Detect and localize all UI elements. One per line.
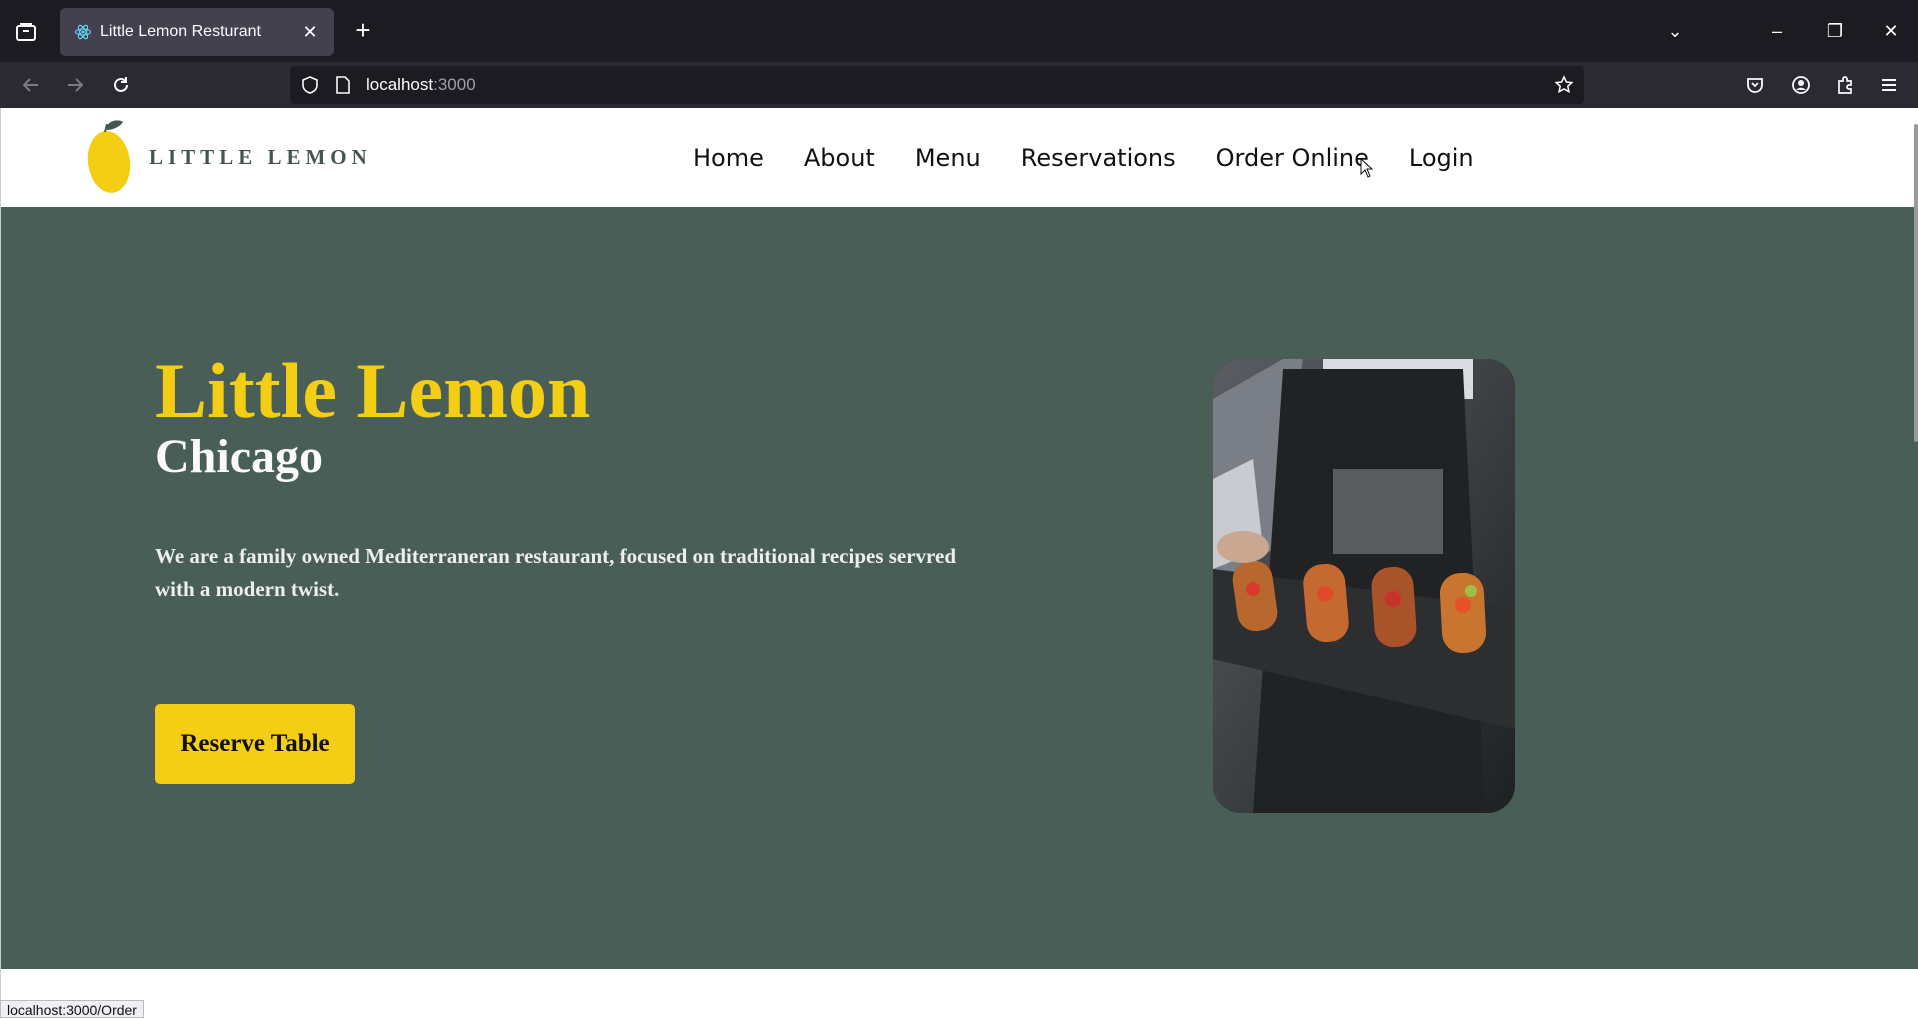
pocket-icon[interactable] (1740, 70, 1770, 100)
hero-food-image (1213, 359, 1515, 813)
web-page: LITTLE LEMON Home About Menu Reservation… (0, 108, 1918, 1018)
nav-login[interactable]: Login (1409, 144, 1474, 172)
nav-home[interactable]: Home (693, 144, 764, 172)
shield-icon[interactable] (300, 75, 320, 95)
browser-toolbar: localhost:3000 (0, 62, 1918, 108)
close-tab-icon[interactable]: ✕ (300, 22, 320, 43)
hero-description: We are a family owned Mediterraneran res… (155, 544, 956, 601)
status-link-preview: localhost:3000/Order (0, 1000, 144, 1018)
nav-about[interactable]: About (804, 144, 875, 172)
restore-icon[interactable]: ❐ (1820, 18, 1850, 44)
new-tab-icon[interactable]: + (350, 17, 376, 44)
puzzle-icon[interactable] (1830, 70, 1860, 100)
page-icon[interactable] (334, 75, 352, 95)
account-icon[interactable] (1786, 70, 1816, 100)
site-header: LITTLE LEMON Home About Menu Reservation… (1, 108, 1918, 207)
nav-order-online[interactable]: Order Online (1216, 144, 1369, 172)
browser-tab-bar: Little Lemon Resturant ✕ + ⌄ – ❐ ✕ (0, 0, 1918, 62)
star-icon[interactable] (1554, 75, 1574, 95)
lemon-logo-icon (87, 120, 131, 193)
hero-section: Little Lemon Chicago We are a family own… (1, 207, 1918, 969)
address-bar[interactable]: localhost:3000 (290, 66, 1584, 104)
hamburger-icon[interactable] (1874, 70, 1904, 100)
hero-title: Little Lemon (155, 347, 591, 434)
reserve-table-button[interactable]: Reserve Table (155, 704, 355, 784)
mouse-cursor-icon (1360, 157, 1374, 183)
nav-menu[interactable]: Menu (915, 144, 981, 172)
tab-title: Little Lemon Resturant (100, 23, 261, 40)
nav-reservations[interactable]: Reservations (1021, 144, 1176, 172)
hero-subtitle: Chicago (155, 430, 323, 483)
browser-tab[interactable]: Little Lemon Resturant ✕ (60, 8, 334, 56)
page-scrollbar[interactable] (1914, 124, 1918, 442)
url-text[interactable]: localhost:3000 (366, 75, 476, 95)
back-icon[interactable] (16, 70, 46, 100)
site-logo[interactable]: LITTLE LEMON (85, 118, 372, 196)
react-atom-icon (74, 24, 92, 40)
main-nav: Home About Menu Reservations Order Onlin… (693, 144, 1474, 172)
logo-text: LITTLE LEMON (149, 144, 372, 169)
tab-overflow-chevron-icon[interactable]: ⌄ (1660, 18, 1690, 44)
minimize-icon[interactable]: – (1762, 18, 1792, 44)
forward-icon[interactable] (60, 70, 90, 100)
close-window-icon[interactable]: ✕ (1876, 18, 1906, 44)
tab-list-icon[interactable] (12, 18, 40, 46)
reload-icon[interactable] (106, 70, 136, 100)
